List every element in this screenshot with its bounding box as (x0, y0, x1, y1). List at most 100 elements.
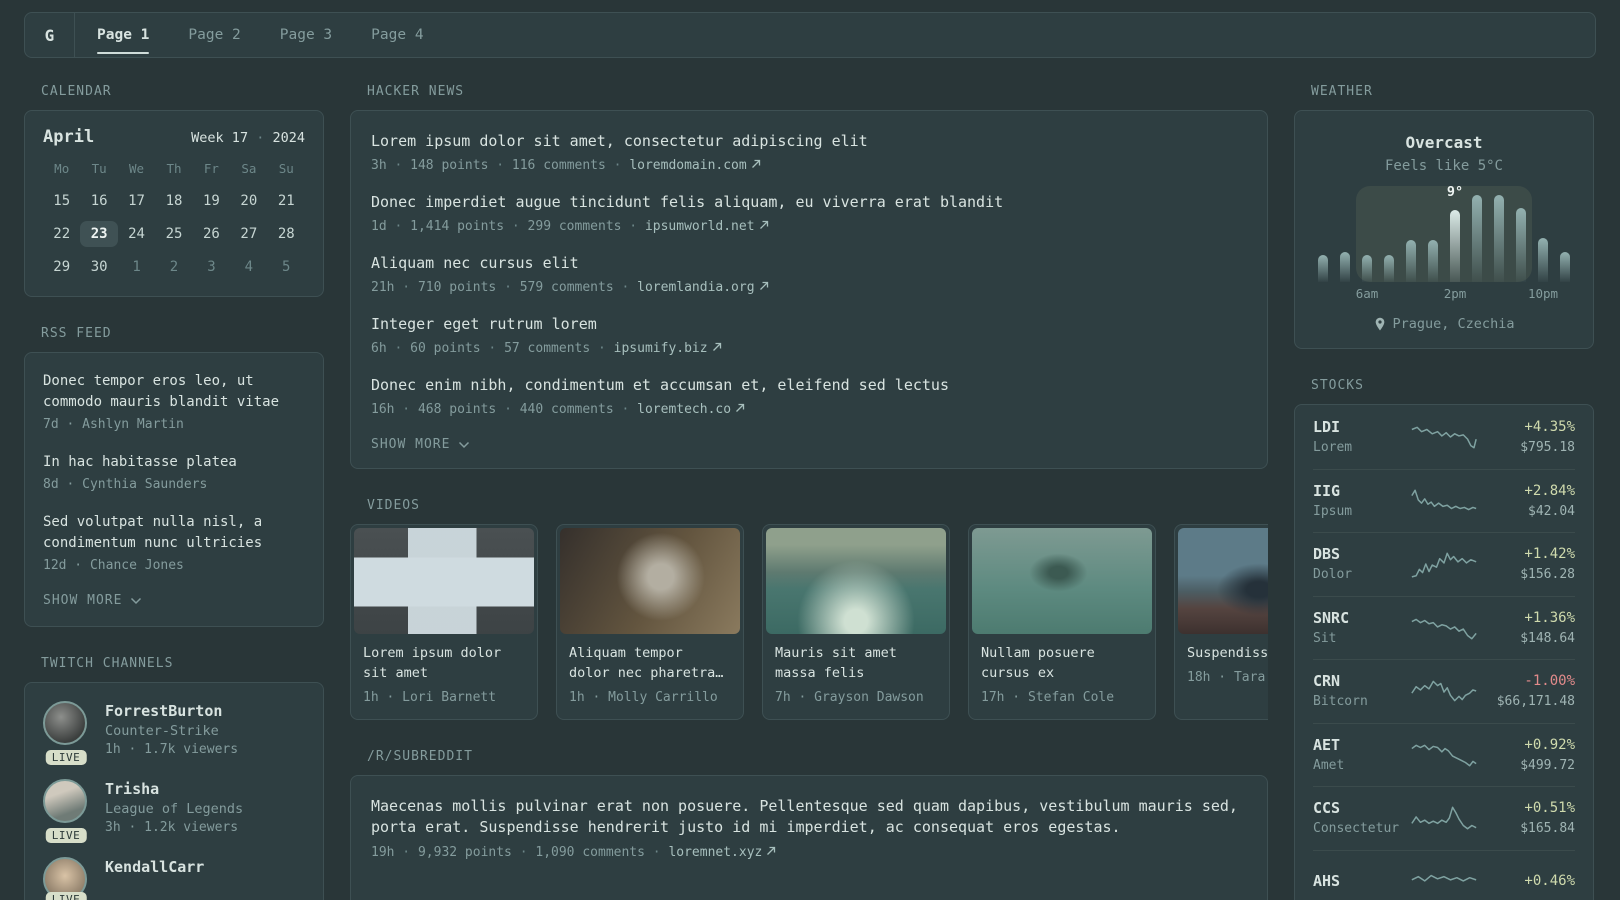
stock-identity: LDI Lorem (1313, 417, 1411, 457)
stock-row[interactable]: CCS Consectetur +0.51% $165.84 (1313, 786, 1575, 850)
video-card[interactable]: Mauris sit amet massa felis 7h · Grayson … (762, 524, 950, 720)
video-thumbnail[interactable] (354, 528, 534, 634)
calendar-year: 2024 (272, 130, 305, 146)
video-thumbnail[interactable] (972, 528, 1152, 634)
video-thumbnail[interactable] (560, 528, 740, 634)
reddit-post-domain-link[interactable]: loremnet.xyz (668, 845, 762, 860)
weather-hour-bar (1538, 238, 1548, 282)
meta-separator-dot: · (394, 402, 418, 417)
rss-item[interactable]: Donec tempor eros leo, ut commodo mauris… (43, 371, 305, 434)
reddit-post[interactable]: Maecenas mollis pulvinar erat non posuer… (371, 796, 1247, 862)
stock-change: +4.35% (1524, 418, 1575, 435)
meta-separator-dot: · (386, 341, 411, 356)
news-title[interactable]: Donec imperdiet augue tincidunt felis al… (371, 192, 1247, 213)
stock-price: $66,171.48 (1496, 694, 1575, 710)
news-domain-link[interactable]: ipsumify.biz (614, 341, 708, 356)
sparkline-chart (1411, 552, 1477, 578)
live-badge: LIVE (45, 828, 87, 843)
stock-sparkline (1411, 486, 1477, 516)
video-card[interactable]: Aliquam tempor dolor nec pharetra… 1h · M… (556, 524, 744, 720)
video-thumbnail[interactable] (1178, 528, 1268, 634)
weather-condition: Overcast (1405, 133, 1483, 152)
tab-page-2[interactable]: Page 2 (188, 13, 240, 57)
live-badge: LIVE (45, 750, 87, 765)
app-logo[interactable]: G (25, 13, 74, 57)
weather-hour-bar (1384, 255, 1394, 282)
channel-name[interactable]: KendallCarr (105, 857, 204, 877)
calendar-weekday: Tu (91, 161, 107, 176)
video-title[interactable]: Aliquam tempor dolor nec pharetra… (569, 643, 731, 683)
news-item[interactable]: Aliquam nec cursus elit 21h · 710 points … (371, 253, 1247, 297)
calendar-day: 27 (240, 226, 258, 242)
meta-separator-dot: · (394, 845, 418, 860)
rss-item[interactable]: In hac habitasse platea 8d · Cynthia Saun… (43, 452, 305, 494)
video-meta: 1h · Molly Carrillo (569, 690, 718, 705)
news-item[interactable]: Lorem ipsum dolor sit amet, consectetur … (371, 131, 1247, 175)
news-item[interactable]: Donec enim nibh, condimentum et accumsan… (371, 375, 1247, 419)
rss-show-more-button[interactable]: SHOW MORE (43, 593, 305, 608)
calendar-day: 15 (53, 193, 71, 209)
meta-separator-dot: · (511, 845, 536, 860)
stock-row[interactable]: AHS +0.46% (1313, 849, 1575, 900)
news-domain-link[interactable]: ipsumworld.net (645, 219, 755, 234)
news-item[interactable]: Donec imperdiet augue tincidunt felis al… (371, 192, 1247, 236)
tab-page-1[interactable]: Page 1 (97, 13, 150, 57)
reddit-post-meta: 19h · 9,932 points · 1,090 comments · lo… (371, 844, 1247, 862)
video-title[interactable]: Mauris sit amet massa felis (775, 643, 937, 683)
stock-price: $499.72 (1520, 757, 1575, 773)
calendar-header: April Week 17 · 2024 (43, 127, 305, 147)
rss-list: Donec tempor eros leo, ut commodo mauris… (43, 371, 305, 575)
channel-game: Counter-Strike (105, 723, 219, 739)
tab-page-4[interactable]: Page 4 (371, 13, 423, 57)
news-title[interactable]: Donec enim nibh, condimentum et accumsan… (371, 375, 1247, 396)
external-link-icon (712, 342, 721, 351)
stock-sparkline (1411, 613, 1477, 643)
rss-item-title[interactable]: In hac habitasse platea (43, 452, 305, 473)
reddit-card: Maecenas mollis pulvinar erat non posuer… (350, 775, 1268, 900)
rss-item[interactable]: Sed volutpat nulla nisl, a condimentum n… (43, 512, 305, 575)
news-meta: 3h · 148 points · 116 comments · loremdo… (371, 157, 1247, 175)
video-thumbnail[interactable] (766, 528, 946, 634)
weather-hour-bar (1560, 252, 1570, 282)
calendar-day: 21 (277, 193, 295, 209)
stock-row[interactable]: IIG Ipsum +2.84% $42.04 (1313, 468, 1575, 533)
news-item[interactable]: Integer eget rutrum lorem 6h · 60 points … (371, 314, 1247, 358)
calendar-day: 29 (53, 259, 71, 275)
rss-item-title[interactable]: Donec tempor eros leo, ut commodo mauris… (43, 371, 305, 413)
news-meta: 1d · 1,414 points · 299 comments · ipsum… (371, 218, 1247, 236)
stock-sparkline (1411, 676, 1477, 706)
stock-row[interactable]: CRN Bitcorn -1.00% $66,171.48 (1313, 659, 1575, 723)
rss-item-title[interactable]: Sed volutpat nulla nisl, a condimentum n… (43, 512, 305, 554)
sparkline-chart (1411, 806, 1477, 830)
video-card[interactable]: Lorem ipsum dolor sit amet consectetu… 1h… (350, 524, 538, 720)
stock-row[interactable]: AET Amet +0.92% $499.72 (1313, 722, 1575, 787)
stock-row[interactable]: DBS Dolor +1.42% $156.28 (1313, 532, 1575, 596)
video-card[interactable]: Nullam posuere cursus ex 17h · Stefan Col… (968, 524, 1156, 720)
channel-name[interactable]: Trisha (105, 779, 243, 799)
stock-row[interactable]: SNRC Sit +1.36% $148.64 (1313, 595, 1575, 660)
news-title[interactable]: Aliquam nec cursus elit (371, 253, 1247, 274)
twitch-channel[interactable]: LIVE ForrestBurton Counter-Strike 1h · 1.7k… (43, 701, 305, 765)
video-title[interactable]: Nullam posuere cursus ex (981, 643, 1143, 683)
news-title[interactable]: Integer eget rutrum lorem (371, 314, 1247, 335)
meta-separator-dot: · (621, 219, 645, 234)
hackernews-show-more-button[interactable]: SHOW MORE (371, 437, 1247, 452)
news-domain-link[interactable]: loremlandia.org (637, 280, 754, 295)
twitch-channel[interactable]: LIVE Trisha League of Legends 3h · 1.2k vie… (43, 779, 305, 843)
weather-hour-bar (1494, 195, 1504, 282)
news-domain-link[interactable]: loremdomain.com (629, 158, 746, 173)
meta-separator-dot: · (496, 402, 520, 417)
videos-section-label: VIDEOS (367, 498, 420, 513)
stock-row[interactable]: LDI Lorem +4.35% $795.18 (1313, 405, 1575, 469)
video-title[interactable]: Lorem ipsum dolor sit amet consectetu… (363, 643, 525, 683)
news-stat: 60 points (410, 341, 481, 356)
twitch-channel[interactable]: LIVE KendallCarr (43, 857, 305, 900)
channel-name[interactable]: ForrestBurton (105, 701, 238, 721)
reddit-post-time: 19h (371, 845, 395, 860)
video-title[interactable]: Suspendisse diam (1187, 643, 1268, 663)
tab-page-3[interactable]: Page 3 (280, 13, 332, 57)
news-domain-link[interactable]: loremtech.co (637, 402, 731, 417)
video-card[interactable]: Suspendisse diam 18h · Tara (1174, 524, 1268, 720)
news-title[interactable]: Lorem ipsum dolor sit amet, consectetur … (371, 131, 1247, 152)
reddit-post-title[interactable]: Maecenas mollis pulvinar erat non posuer… (371, 796, 1247, 838)
